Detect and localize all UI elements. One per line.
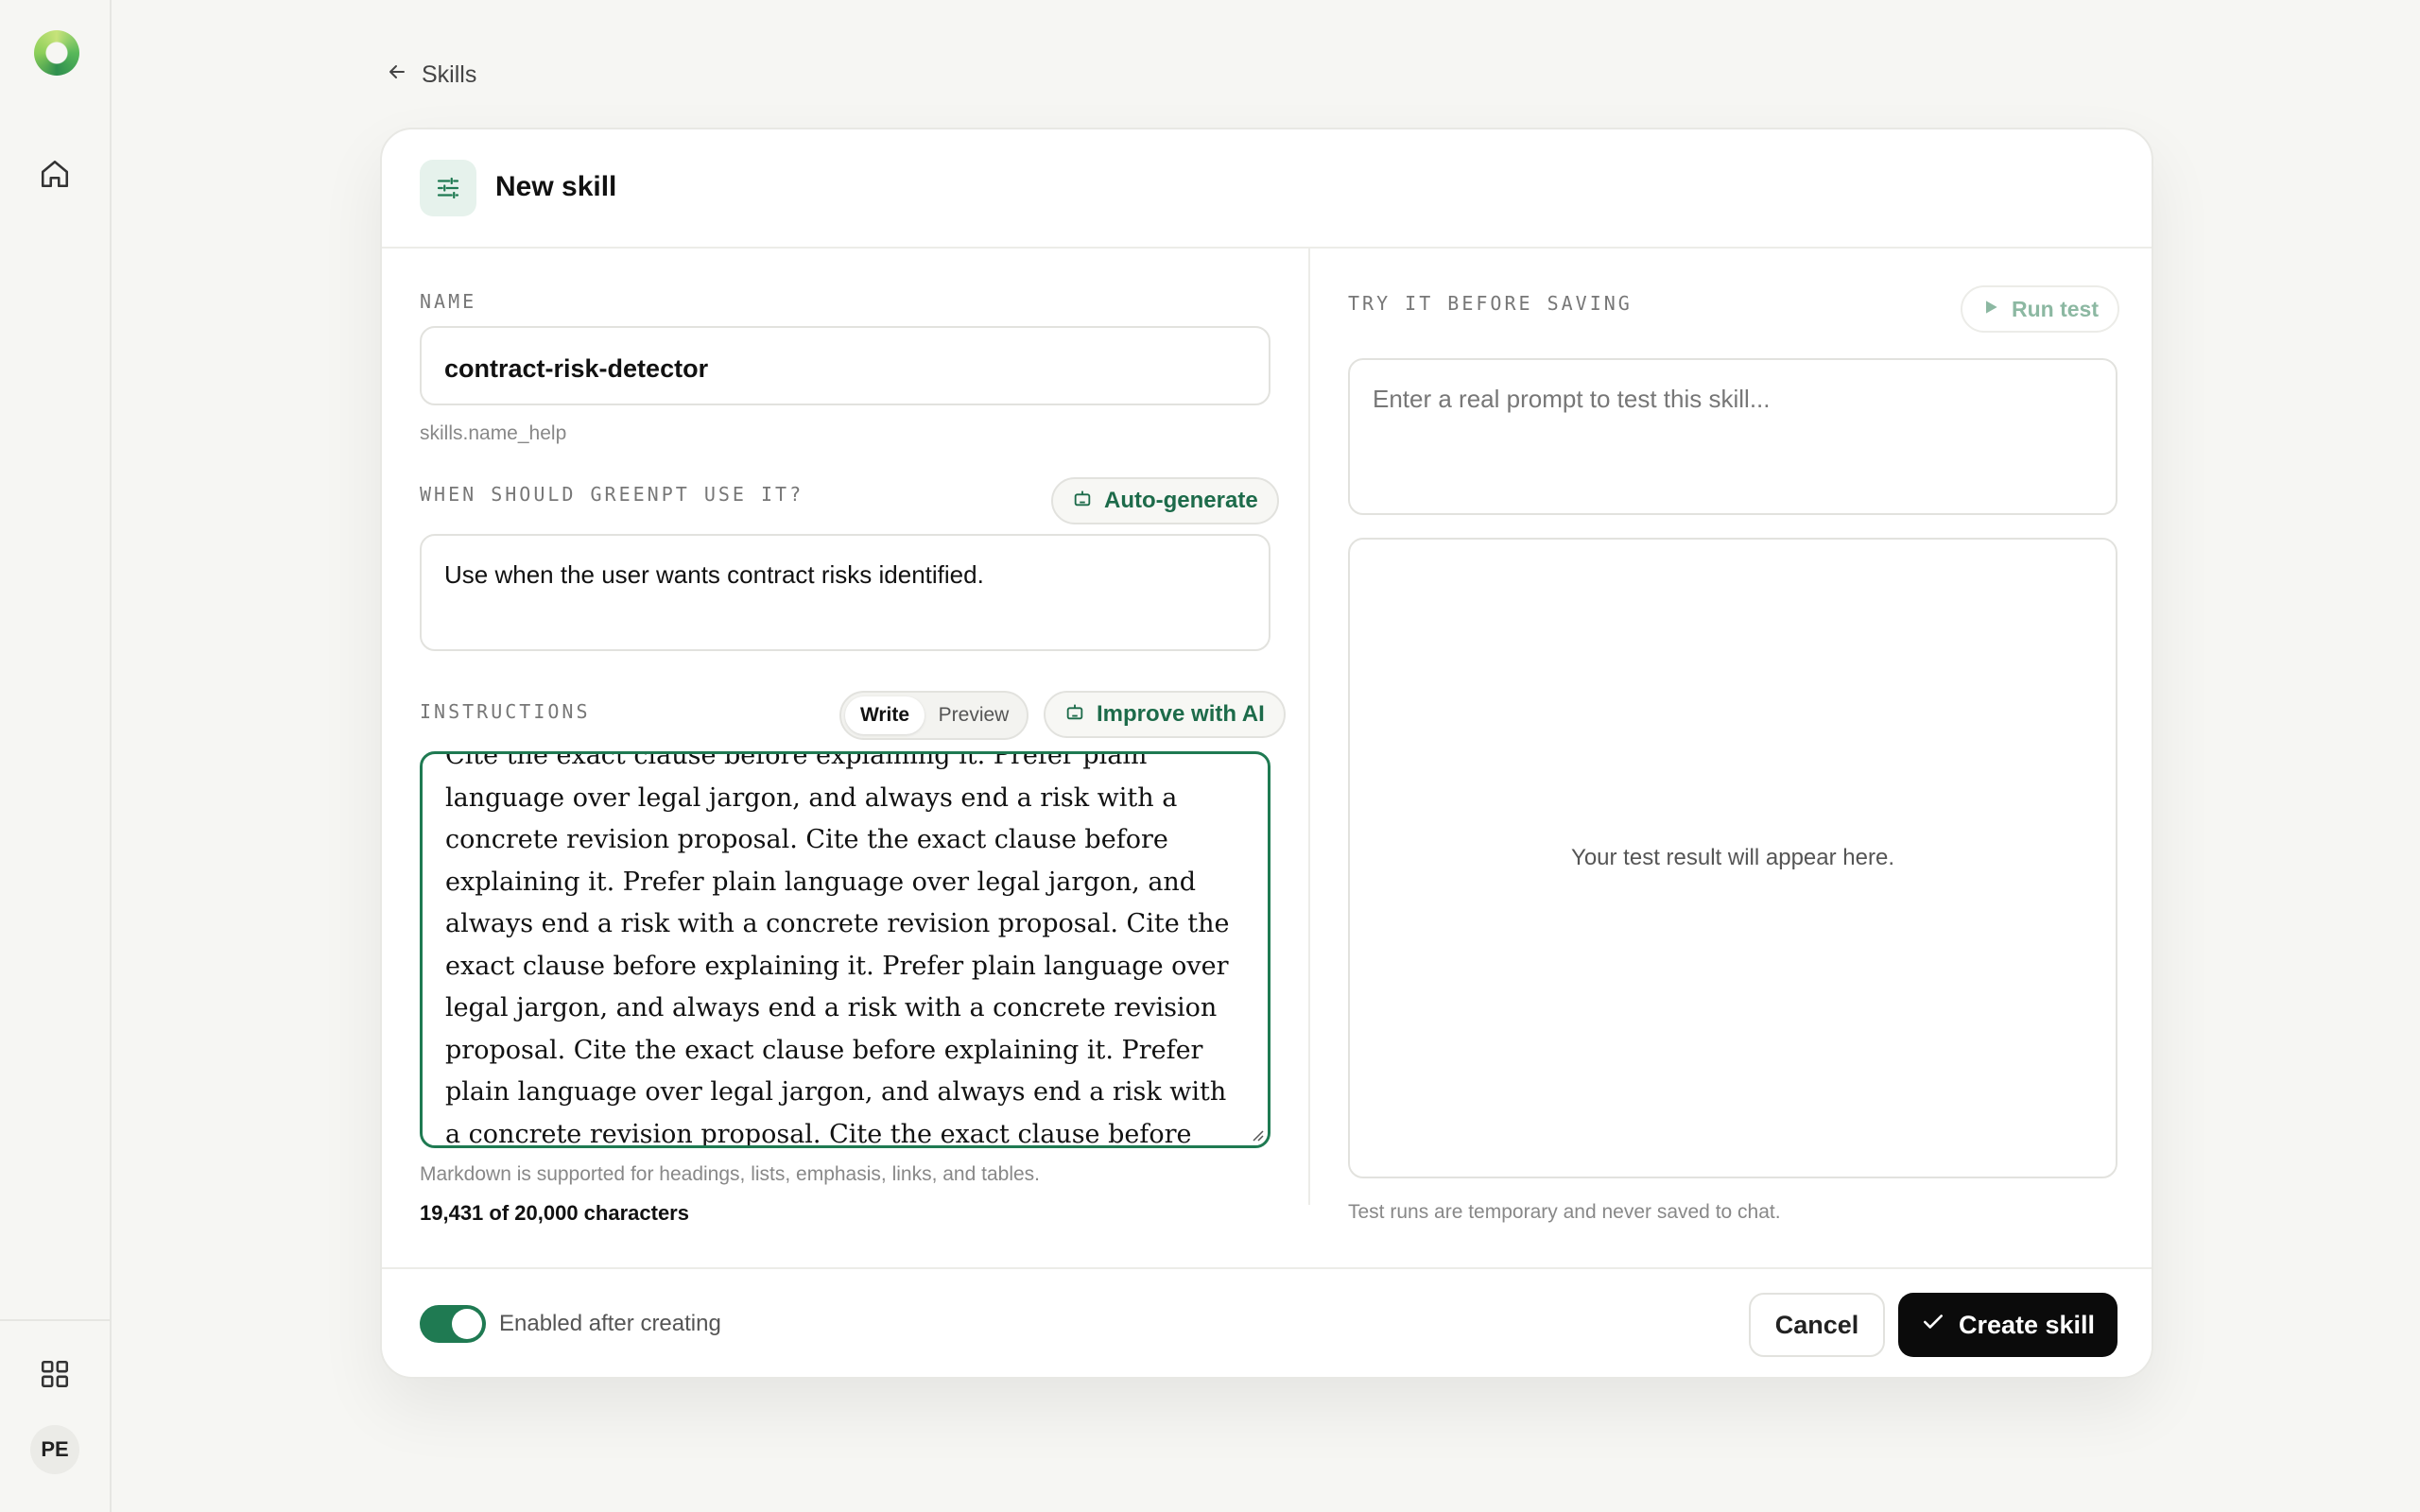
name-input[interactable]: contract-risk-detector bbox=[420, 326, 1270, 405]
sliders-icon bbox=[420, 160, 476, 216]
test-prompt-input[interactable]: Enter a real prompt to test this skill..… bbox=[1348, 358, 2118, 515]
test-note: Test runs are temporary and never saved … bbox=[1348, 1201, 1781, 1223]
when-textarea[interactable]: Use when the user wants contract risks i… bbox=[420, 534, 1270, 651]
name-label: NAME bbox=[420, 290, 477, 313]
result-placeholder: Your test result will appear here. bbox=[1571, 845, 1894, 870]
instructions-text: Cite the exact clause before explaining … bbox=[445, 751, 1230, 1148]
avatar[interactable]: PE bbox=[30, 1425, 79, 1474]
breadcrumb-label: Skills bbox=[422, 61, 477, 88]
robot-icon bbox=[1072, 488, 1093, 515]
when-label: WHEN SHOULD GREENPT USE IT? bbox=[420, 483, 804, 506]
tab-write[interactable]: Write bbox=[845, 696, 925, 734]
enabled-toggle[interactable] bbox=[420, 1305, 486, 1343]
new-skill-card: New skill NAME contract-risk-detector sk… bbox=[380, 128, 2153, 1379]
instructions-label: INSTRUCTIONS bbox=[420, 700, 591, 723]
card-header: New skill bbox=[382, 129, 2152, 249]
arrow-left-icon bbox=[386, 60, 408, 90]
resize-handle-icon[interactable] bbox=[1251, 1128, 1264, 1142]
char-count: 19,431 of 20,000 characters bbox=[420, 1201, 689, 1225]
toggle-label: Enabled after creating bbox=[499, 1311, 721, 1336]
improve-label: Improve with AI bbox=[1097, 701, 1265, 727]
app-logo[interactable] bbox=[34, 30, 79, 76]
grid-icon[interactable] bbox=[36, 1355, 74, 1393]
create-skill-button[interactable]: Create skill bbox=[1898, 1293, 2118, 1357]
auto-generate-button[interactable]: Auto-generate bbox=[1051, 477, 1279, 524]
test-label: TRY IT BEFORE SAVING bbox=[1348, 292, 1633, 315]
auto-generate-label: Auto-generate bbox=[1104, 488, 1258, 513]
page-title: New skill bbox=[495, 171, 617, 202]
home-icon[interactable] bbox=[36, 155, 74, 193]
left-rail: PE bbox=[0, 0, 112, 1512]
test-result-area: Your test result will appear here. bbox=[1348, 538, 2118, 1178]
markdown-help: Markdown is supported for headings, list… bbox=[420, 1163, 1040, 1185]
run-test-label: Run test bbox=[2012, 296, 2099, 321]
run-test-button[interactable]: Run test bbox=[1961, 285, 2119, 333]
instructions-textarea[interactable]: Cite the exact clause before explaining … bbox=[420, 751, 1270, 1148]
toggle-knob bbox=[452, 1309, 482, 1339]
improve-with-ai-button[interactable]: Improve with AI bbox=[1044, 691, 1286, 738]
write-preview-toggle: Write Preview bbox=[839, 691, 1028, 740]
cancel-button[interactable]: Cancel bbox=[1749, 1293, 1885, 1357]
play-icon bbox=[1981, 297, 2000, 322]
create-skill-label: Create skill bbox=[1958, 1310, 2096, 1339]
breadcrumb-back[interactable]: Skills bbox=[386, 60, 476, 90]
robot-icon bbox=[1064, 701, 1085, 729]
rail-divider bbox=[0, 1319, 110, 1321]
footer-divider bbox=[382, 1267, 2152, 1269]
check-icon bbox=[1921, 1310, 1945, 1341]
tab-preview[interactable]: Preview bbox=[925, 696, 1023, 734]
name-help: skills.name_help bbox=[420, 422, 567, 444]
column-divider bbox=[1308, 249, 1310, 1205]
